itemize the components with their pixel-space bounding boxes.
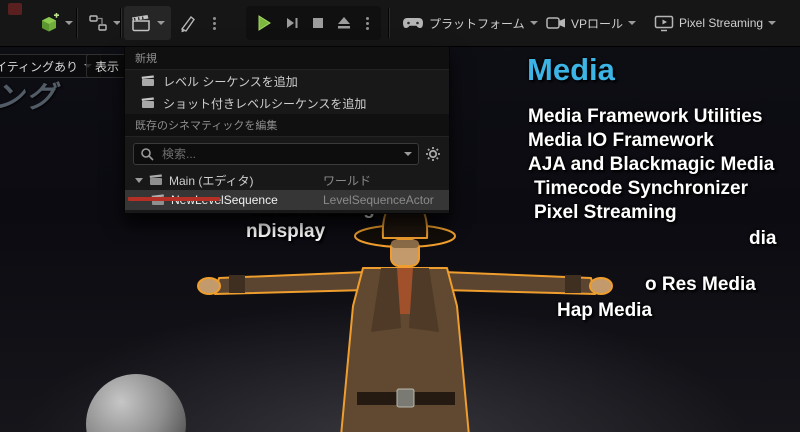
cinematics-button[interactable] xyxy=(124,6,171,40)
scene-text-fragment: ング xyxy=(0,81,58,114)
gamepad-icon xyxy=(403,18,423,28)
partial-corner-icon xyxy=(8,3,22,15)
menu-item-label: レベル シーケンスを追加 xyxy=(163,74,298,89)
view-mode-label: イティングあり xyxy=(0,59,79,74)
pixel-streaming-button[interactable]: Pixel Streaming xyxy=(648,6,782,40)
sequence-tree-root-row[interactable]: Main (エディタ) ワールド xyxy=(125,170,449,190)
vp-roles-button[interactable]: VPロール xyxy=(540,6,642,40)
video-camera-icon xyxy=(546,17,565,29)
search-row xyxy=(125,137,449,170)
platforms-button[interactable]: プラットフォーム xyxy=(396,6,544,40)
chevron-down-icon xyxy=(157,21,165,25)
add-cube-icon xyxy=(42,13,59,32)
play-button[interactable] xyxy=(255,14,273,32)
menu-section-edit-existing: 既存のシネマティックを編集 xyxy=(125,114,449,137)
editor-modes-button[interactable] xyxy=(172,6,204,40)
unreal-editor-window: ング Media Media Framework Utilities Media… xyxy=(0,0,800,432)
menu-item-add-level-sequence[interactable]: レベル シーケンスを追加 xyxy=(125,70,449,92)
chevron-down-icon xyxy=(529,21,538,25)
vp-roles-label: VPロール xyxy=(571,16,624,31)
quick-add-button[interactable] xyxy=(32,6,79,40)
sequence-world-value: LevelSequenceActor xyxy=(323,193,434,207)
toolbar-overflow-button[interactable] xyxy=(204,6,225,40)
blueprint-icon xyxy=(89,15,107,31)
stop-button[interactable] xyxy=(311,16,325,30)
menu-section-new: 新規 xyxy=(125,47,449,70)
chevron-down-icon xyxy=(65,21,73,25)
play-controls xyxy=(246,6,381,40)
overlay-line: Media Framework Utilities xyxy=(528,106,763,127)
character-actor[interactable] xyxy=(185,196,625,432)
main-toolbar: プラットフォーム VPロール Pixel Streaming xyxy=(0,0,800,47)
cinematics-dropdown-menu: 新規 レベル シーケンスを追加 ショット付きレベルシーケンスを追加 既存のシネマ… xyxy=(124,46,450,214)
clapperboard-small-icon xyxy=(149,174,162,185)
expander-icon[interactable] xyxy=(135,177,143,183)
world-column-header: ワールド xyxy=(323,173,372,188)
eject-button[interactable] xyxy=(336,16,352,31)
search-box[interactable] xyxy=(133,143,419,165)
overlay-line: Media IO Framework xyxy=(528,130,714,151)
level-sequence-icon xyxy=(141,75,154,86)
search-input[interactable] xyxy=(160,146,398,162)
menu-item-label: ショット付きレベルシーケンスを追加 xyxy=(163,96,367,111)
overlay-line-fragment: o Res Media xyxy=(645,274,756,295)
overlay-line: AJA and Blackmagic Media xyxy=(528,154,775,175)
platforms-label: プラットフォーム xyxy=(429,16,525,31)
search-filter-chevron-icon[interactable] xyxy=(404,152,412,156)
search-icon xyxy=(141,148,154,161)
toolbar-separator xyxy=(388,8,389,38)
toolbar-separator xyxy=(120,8,121,38)
show-flags-label: 表示 xyxy=(95,59,120,74)
pen-icon xyxy=(180,15,195,33)
shot-sequence-icon xyxy=(141,97,154,108)
monitor-play-icon xyxy=(654,15,674,31)
overlay-line-fragment: dia xyxy=(749,228,777,249)
menu-item-add-shot-sequence[interactable]: ショット付きレベルシーケンスを追加 xyxy=(125,92,449,114)
frame-skip-button[interactable] xyxy=(284,15,300,31)
play-options-button[interactable] xyxy=(363,16,372,30)
gear-icon[interactable] xyxy=(425,146,441,162)
tree-root-label: Main (エディタ) xyxy=(169,173,254,188)
pixel-streaming-label: Pixel Streaming xyxy=(679,16,764,30)
chevron-down-icon xyxy=(628,21,637,25)
chevron-down-icon xyxy=(768,21,777,25)
red-underline-annotation xyxy=(128,197,220,201)
clapperboard-icon xyxy=(132,15,150,32)
media-heading: Media xyxy=(527,52,615,87)
vertical-dots-icon xyxy=(210,16,219,30)
toolbar-separator xyxy=(76,8,77,38)
